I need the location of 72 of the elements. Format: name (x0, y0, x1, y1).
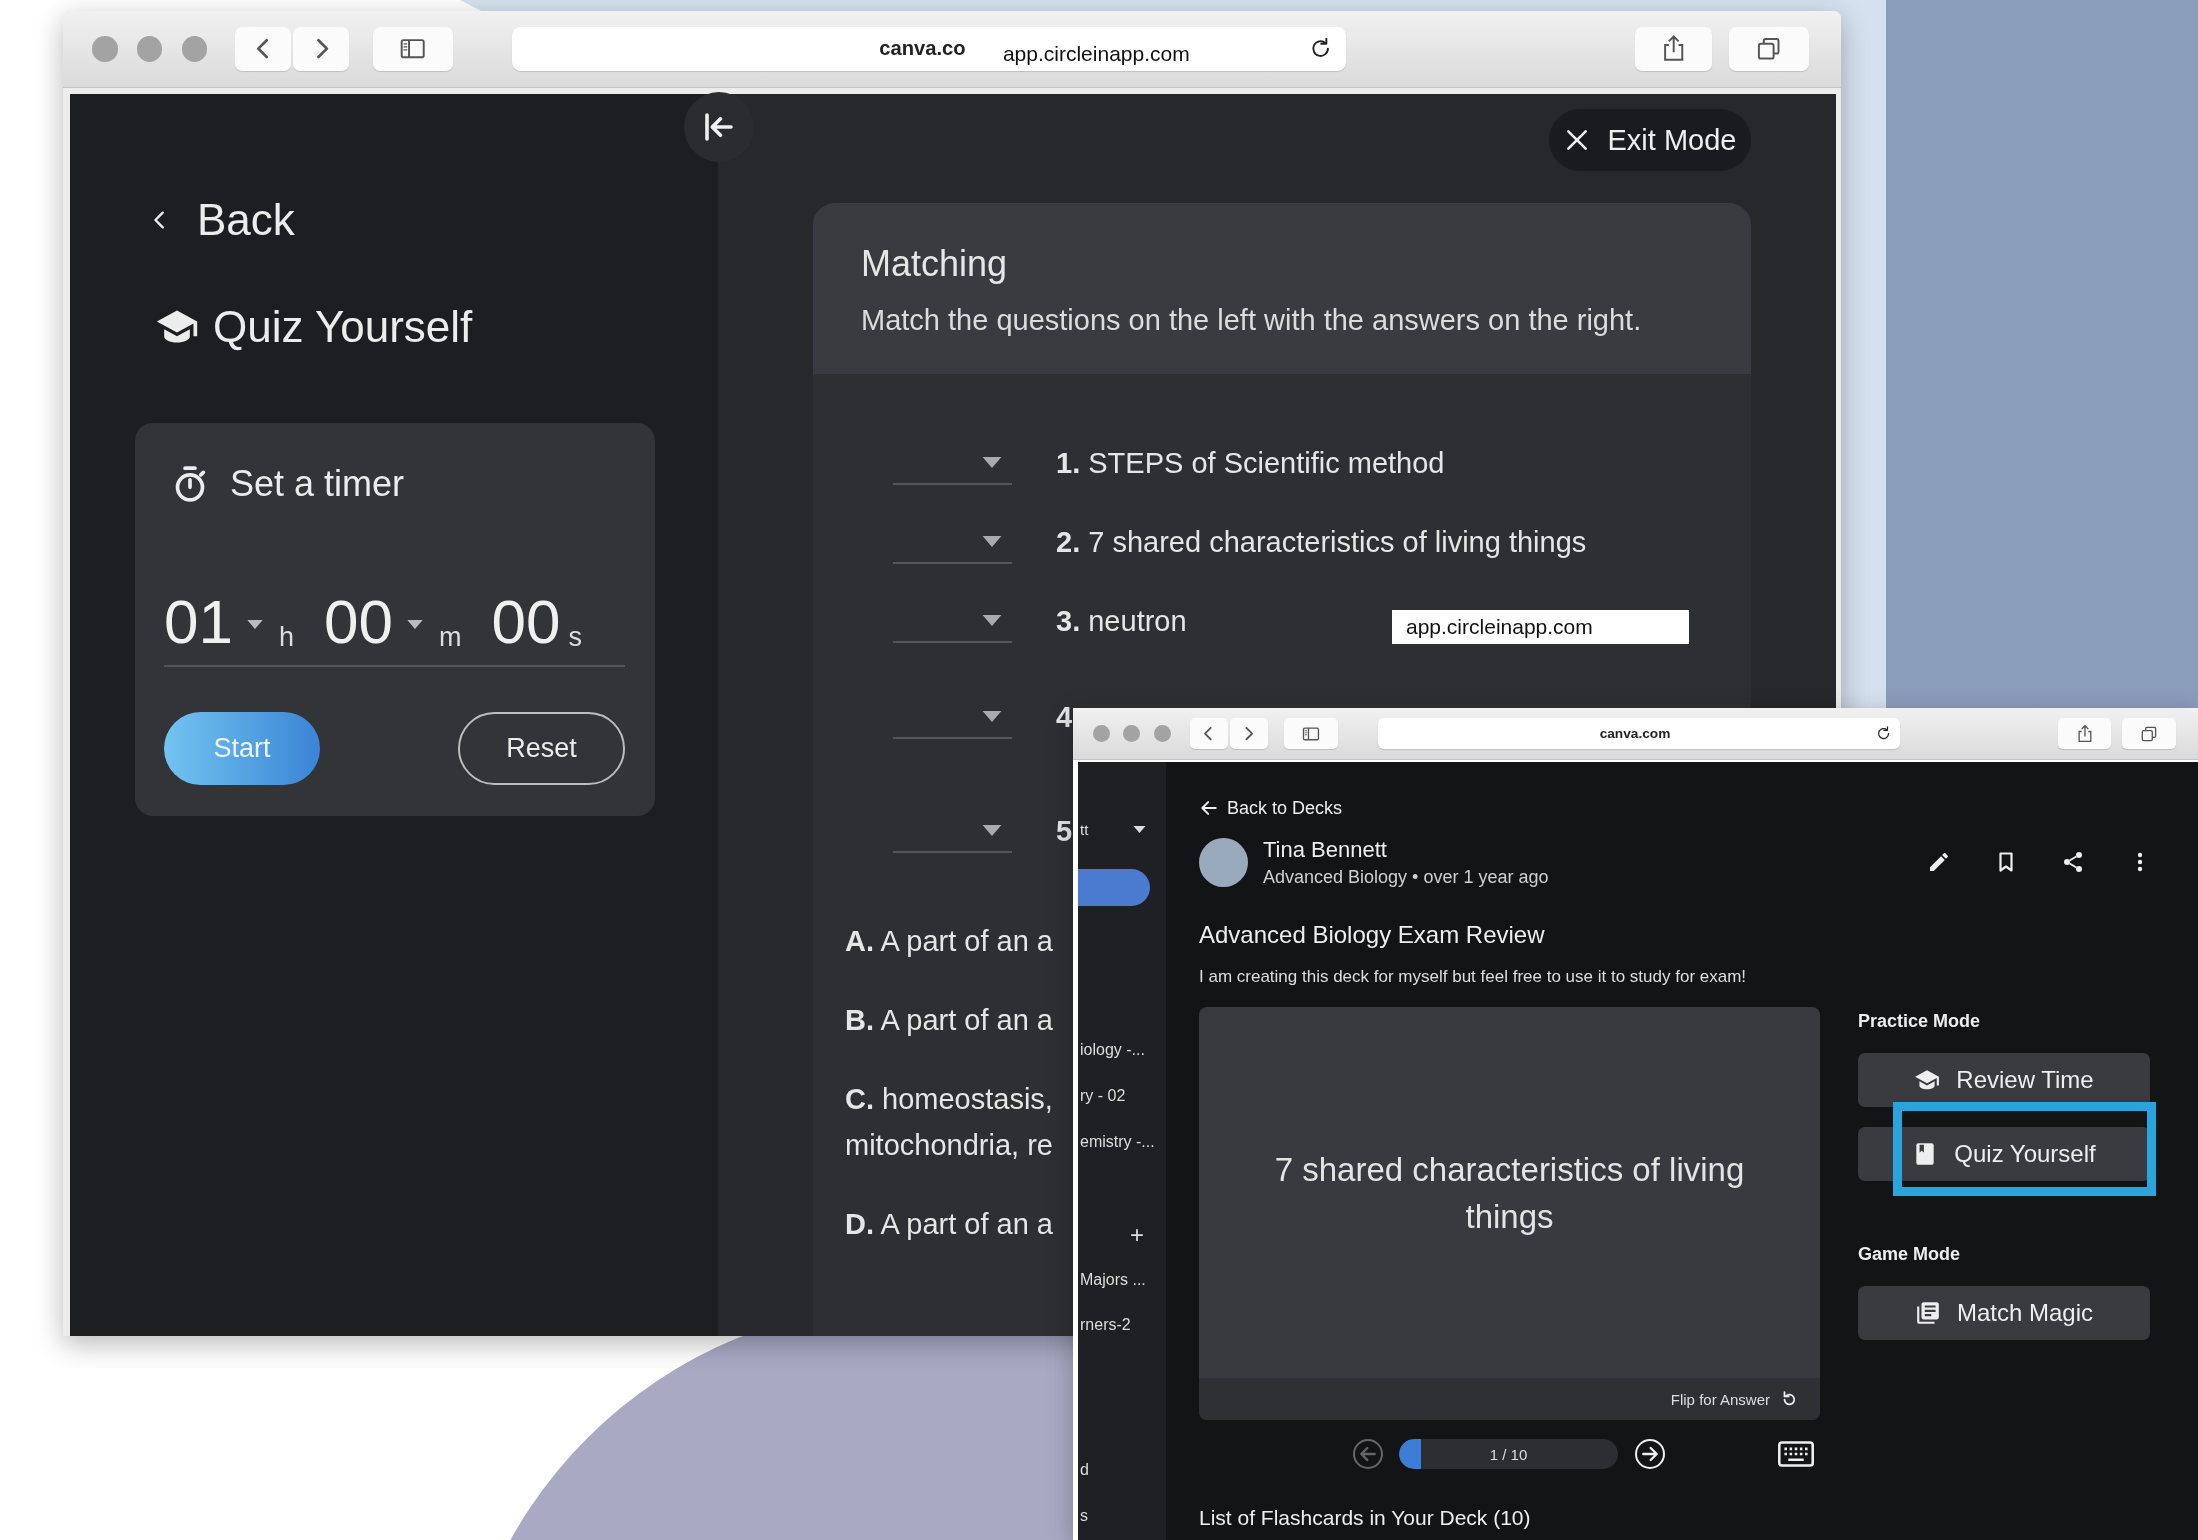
deck-meta: Advanced Biology • over 1 year ago (1263, 866, 1550, 890)
reset-button[interactable]: Reset (458, 712, 625, 785)
time-unit: m (438, 624, 462, 651)
caret-icon (246, 620, 263, 629)
sidebar-button[interactable] (372, 26, 453, 72)
flashcard-text: 7 shared characteristics of living things (1273, 1149, 1746, 1237)
section-title: Matching (861, 242, 1009, 286)
question-text: 2. 7 shared characteristics of living things (1056, 525, 1587, 560)
tabs-button[interactable] (2122, 718, 2177, 749)
list-heading: List of Flashcards in Your Deck (10) (1199, 1505, 1532, 1532)
deck-title: Advanced Biology Exam Review (1199, 920, 1546, 951)
caret-icon (982, 535, 1002, 547)
share-button[interactable] (1635, 26, 1713, 72)
account-selector[interactable]: tt (1078, 817, 1166, 842)
forward-button[interactable] (293, 26, 350, 72)
url-label: app.circleinapp.com (1392, 610, 1689, 644)
caret-icon (406, 620, 423, 629)
caret-icon (982, 456, 1002, 468)
sidebar-item[interactable]: Majors ... (1078, 1268, 1166, 1293)
back-link[interactable]: Back (135, 190, 718, 250)
sidebar-item[interactable]: d (1078, 1458, 1166, 1483)
answer-option: B. A part of an a (845, 997, 1072, 1043)
caret-icon (982, 614, 1002, 626)
sidebar-item[interactable]: emistry -... (1078, 1130, 1166, 1155)
instructions-text: Match the questions on the left with the answers on the right. (861, 303, 1643, 338)
question-text: 4 (1056, 700, 1073, 735)
question-text: 3. neutron (1056, 604, 1187, 639)
section-heading: Practice Mode (1858, 1010, 1982, 1034)
forward-button[interactable] (1229, 718, 1268, 749)
time-value: 00 (491, 591, 561, 653)
time-select[interactable]: 01 (164, 591, 279, 653)
section-heading: Game Mode (1858, 1243, 1962, 1267)
sidebar-button[interactable] (1283, 718, 1339, 749)
sidebar-item[interactable]: iology -... (1078, 1038, 1166, 1063)
timer-title: Set a timer (230, 463, 405, 505)
tabs-button[interactable] (1729, 26, 1809, 72)
back-button[interactable] (235, 26, 292, 72)
sidebar-item[interactable]: ry - 02 (1078, 1084, 1166, 1109)
stacked-pages-icon (1914, 1300, 1941, 1327)
share-icon[interactable] (2061, 850, 2085, 875)
address-bar[interactable]: canva.com (1378, 718, 1901, 749)
author-name: Tina Bennett (1263, 836, 1388, 865)
caret-icon (1133, 825, 1146, 833)
address-bar[interactable]: canva.co app.circleinapp.com (511, 26, 1346, 72)
exit-mode-button[interactable]: Exit Mode (1549, 109, 1751, 171)
avatar (1199, 837, 1248, 887)
nav-item[interactable] (1078, 869, 1150, 907)
time-unit: s (568, 624, 582, 651)
next-icon[interactable] (1634, 1438, 1666, 1471)
keyboard-icon[interactable] (1778, 1441, 1814, 1468)
time-select[interactable]: 00 (324, 591, 439, 653)
mode-button[interactable]: Quiz Yourself (1858, 1127, 2150, 1182)
sidebar-item[interactable]: rners-2 (1078, 1313, 1166, 1338)
page-title: Quiz Yourself (213, 302, 473, 352)
previous-icon[interactable] (1352, 1438, 1384, 1471)
back-link[interactable]: Back to Decks (1199, 796, 1343, 821)
progress-label: 1 / 10 (1489, 1445, 1528, 1463)
sidebar-item[interactable]: s (1078, 1504, 1166, 1529)
question-text: 5 (1056, 814, 1073, 849)
share-button[interactable] (2058, 718, 2111, 749)
flip-label: Flip for Answer (1670, 1390, 1770, 1408)
caret-icon (982, 824, 1002, 836)
deck-description: I am creating this deck for myself but feel free to use it to study for exam! (1199, 966, 1748, 989)
mode-button[interactable]: Review Time (1858, 1053, 2150, 1108)
mode-button[interactable]: Match Magic (1858, 1286, 2150, 1341)
answer-option: C. homeostasis, mitochondria, re (845, 1076, 1072, 1168)
question-text: 1. STEPS of Scientific method (1056, 446, 1445, 481)
caret-icon (982, 710, 1002, 722)
answer-option: D. A part of an a (845, 1201, 1072, 1247)
time-unit: h (278, 624, 294, 651)
answer-option: A. A part of an a (845, 918, 1072, 964)
add-button[interactable]: + (1078, 1223, 1166, 1248)
